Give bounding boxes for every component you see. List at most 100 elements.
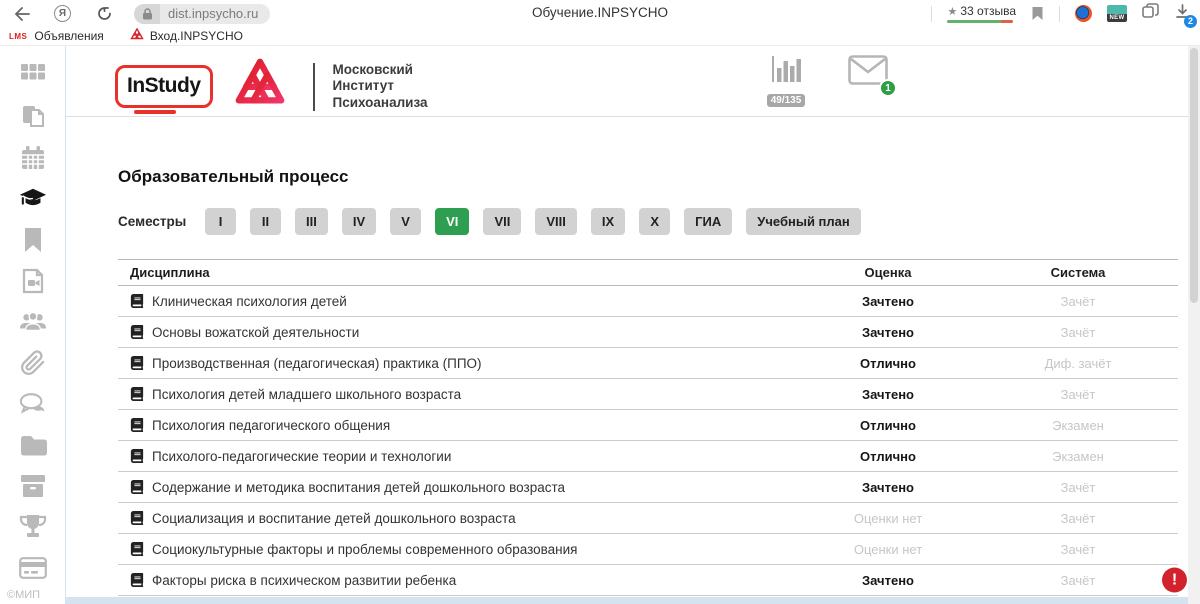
book-icon [130,418,144,432]
table-row[interactable]: Психология детей младшего школьного возр… [118,379,1178,410]
semester-tab-X[interactable]: X [639,208,670,235]
book-icon [130,387,144,401]
grade-value: Отлично [798,356,978,371]
semester-tab-VIII[interactable]: VIII [535,208,577,235]
mail-icon[interactable]: 1 [848,55,888,90]
semester-tab-III[interactable]: III [295,208,328,235]
book-icon [130,480,144,494]
collections-icon[interactable] [1142,3,1160,24]
yandex-search-icon[interactable]: Я [54,5,71,22]
mip-triangle-logo-icon[interactable] [231,57,289,116]
table-row[interactable]: Производственная (педагогическая) практи… [118,348,1178,379]
system-value: Зачёт [978,387,1178,402]
column-discipline: Дисциплина [118,265,798,280]
users-icon[interactable] [19,308,47,336]
bookmarks-bar: LMS Объявления Вход.INPSYCHO [0,27,1200,46]
table-row[interactable]: Социализация и воспитание детей дошкольн… [118,503,1178,534]
discipline-link[interactable]: Клиническая психология детей [152,294,347,309]
table-row[interactable]: Факторы риска в психическом развитии реб… [118,565,1178,596]
grade-value: Зачтено [798,480,978,495]
semester-tab-IX[interactable]: IX [591,208,625,235]
table-header: Дисциплина Оценка Система [118,259,1178,286]
system-value: Зачёт [978,480,1178,495]
table-row[interactable]: Психология педагогического общения Отличн… [118,410,1178,441]
folder-icon[interactable] [19,431,47,459]
book-icon [130,294,144,308]
progress-stats-icon[interactable]: 49/135 [766,55,806,108]
semester-selector: Семестры IIIIIIIVVVIVIIVIIIIXXГИАУчебный… [118,208,1200,235]
discipline-link[interactable]: Основы вожатской деятельности [152,325,359,340]
table-row[interactable]: Содержание и методика воспитания детей д… [118,472,1178,503]
semester-tab-Учебный план[interactable]: Учебный план [746,208,860,235]
discipline-link[interactable]: Содержание и методика воспитания детей д… [152,480,565,495]
disciplines-table: Дисциплина Оценка Система Клиническая пс… [118,259,1178,596]
url-text[interactable]: dist.inpsycho.ru [160,4,270,24]
browser-extension-icon[interactable] [1075,5,1092,22]
page-scrollbar[interactable] [1188,46,1200,604]
table-row[interactable]: Основы вожатской деятельностиЗачтеноЗачё… [118,317,1178,348]
calendar-icon[interactable] [19,144,47,172]
semester-tab-VII[interactable]: VII [483,208,521,235]
bookmark-item-login[interactable]: Вход.INPSYCHO [130,28,243,44]
table-row[interactable]: Социокультурные факторы и проблемы совре… [118,534,1178,565]
semester-tab-VI[interactable]: VI [435,208,469,235]
scrollbar-thumb[interactable] [1190,48,1198,303]
grade-value: Зачтено [798,294,978,309]
grade-value: Отлично [798,449,978,464]
table-row[interactable]: Психолого-педагогические теории и технол… [118,441,1178,472]
discipline-link[interactable]: Факторы риска в психическом развитии реб… [152,573,456,588]
discipline-link[interactable]: Психология педагогического общения [152,418,390,433]
discipline-link[interactable]: Психология детей младшего школьного возр… [152,387,461,402]
chat-icon[interactable] [19,390,47,418]
progress-badge: 49/135 [767,94,806,107]
documents-icon[interactable] [19,103,47,131]
paperclip-icon[interactable] [19,349,47,377]
toolbar-divider [931,6,932,22]
video-file-icon[interactable] [19,267,47,295]
semester-tab-I[interactable]: I [205,208,236,235]
tab-title: Обучение.INPSYCHO [532,5,668,20]
star-icon: ★ [947,5,957,18]
rating-bar [947,20,1013,23]
semester-tabs: IIIIIIIVVVIVIIVIIIIXXГИАУчебный план [205,208,861,235]
bookmark-icon[interactable] [19,226,47,254]
semester-tab-V[interactable]: V [390,208,421,235]
discipline-link[interactable]: Производственная (педагогическая) практи… [152,356,482,371]
browser-toolbar: Я dist.inpsycho.ru Обучение.INPSYCHO ★ 3… [0,0,1200,27]
grade-value: Зачтено [798,387,978,402]
book-icon [130,573,144,587]
bookmark-label: Вход.INPSYCHO [150,29,243,43]
grade-value: Отлично [798,418,978,433]
discipline-link[interactable]: Психолого-педагогические теории и технол… [152,449,451,464]
downloads-icon[interactable]: 2 [1175,4,1190,24]
trophy-icon[interactable] [19,513,47,541]
lock-icon[interactable] [134,4,160,24]
discipline-link[interactable]: Социализация и воспитание детей дошкольн… [152,511,516,526]
main-content: InStudy Московский [66,46,1200,604]
bookmark-item-announcements[interactable]: LMS Объявления [8,29,104,43]
card-icon[interactable] [19,554,47,582]
instudy-logo[interactable]: InStudy [115,65,213,108]
graduation-cap-icon[interactable] [19,185,47,213]
bottom-strip [66,597,1188,604]
header-divider [313,63,315,111]
semester-tab-ГИА[interactable]: ГИА [684,208,732,235]
bookmark-flag-icon[interactable] [1031,6,1044,21]
system-value: Зачёт [978,511,1178,526]
site-header: InStudy Московский [66,46,1200,117]
alert-icon[interactable]: ! [1162,568,1187,593]
apps-grid-icon[interactable] [19,62,47,90]
discipline-link[interactable]: Социокультурные факторы и проблемы совре… [152,542,577,557]
table-row[interactable]: Клиническая психология детей ЗачтеноЗачёт [118,286,1178,317]
system-value: Зачёт [978,294,1178,309]
lms-favicon-icon: LMS [8,31,28,42]
bookmark-label: Объявления [34,29,103,43]
site-reviews-widget[interactable]: ★ 33 отзыва [947,4,1016,23]
archive-icon[interactable] [19,472,47,500]
semester-tab-IV[interactable]: IV [342,208,376,235]
address-bar[interactable]: dist.inpsycho.ru [134,4,270,24]
new-extension-icon[interactable]: NEW [1107,5,1127,22]
back-icon[interactable] [14,7,30,21]
reload-icon[interactable] [97,6,112,21]
semester-tab-II[interactable]: II [250,208,281,235]
